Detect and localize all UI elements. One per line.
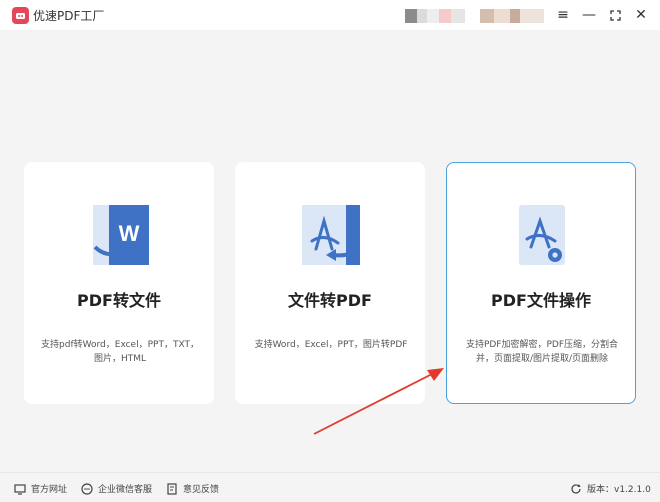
footer-feedback-link[interactable]: 意见反馈 — [166, 482, 219, 495]
footer-version[interactable]: 版本：v1.2.1.0 — [570, 482, 651, 495]
card-description: 支持Word，Excel，PPT，图片转PDF — [254, 340, 408, 350]
footer-feedback-label: 意见反馈 — [183, 485, 220, 495]
minimize-icon[interactable]: — — [580, 6, 598, 24]
maximize-icon[interactable] — [606, 6, 624, 24]
account-info-blurred[interactable] — [405, 9, 465, 23]
pdf-operations-icon — [509, 203, 575, 269]
footer-support-link[interactable]: 企业微信客服 — [81, 482, 152, 495]
version-label: 版本：v1.2.1.0 — [587, 485, 651, 495]
file-to-pdf-icon — [298, 203, 364, 269]
app-title: 优速PDF工厂 — [33, 9, 105, 23]
app-logo-icon — [12, 7, 29, 24]
feedback-icon — [167, 482, 177, 495]
card-title: PDF转文件 — [77, 291, 161, 310]
footer-support-label: 企业微信客服 — [98, 485, 153, 495]
close-icon[interactable]: ✕ — [632, 6, 650, 24]
card-title: 文件转PDF — [288, 291, 372, 310]
monitor-icon — [14, 483, 26, 495]
svg-text:W: W — [119, 221, 140, 246]
user-info-blurred[interactable] — [480, 9, 544, 23]
card-title: PDF文件操作 — [491, 291, 591, 310]
card-pdf-operations[interactable]: PDF文件操作 支持PDF加密解密，PDF压缩，分割合并，页面提取/图片提取/页… — [446, 162, 636, 404]
chat-icon — [81, 482, 93, 495]
card-file-to-pdf[interactable]: 文件转PDF 支持Word，Excel，PPT，图片转PDF — [235, 162, 425, 404]
footer-website-link[interactable]: 官方网址 — [14, 482, 67, 495]
menu-icon[interactable]: ≡ — [554, 6, 572, 24]
title-bar: 优速PDF工厂 ≡ — ✕ — [0, 0, 660, 30]
pdf-to-word-icon: W — [87, 203, 153, 269]
footer-bar: 官方网址 企业微信客服 意见反馈 版本：v1.2.1.0 — [0, 472, 660, 502]
card-description: 支持PDF加密解密，PDF压缩，分割合并，页面提取/图片提取/页面删除 — [465, 340, 619, 364]
footer-website-label: 官方网址 — [31, 485, 68, 495]
card-description: 支持pdf转Word，Excel，PPT，TXT，图片，HTML — [41, 340, 199, 364]
refresh-icon — [571, 483, 581, 494]
card-pdf-to-file[interactable]: W PDF转文件 支持pdf转Word，Excel，PPT，TXT，图片，HTM… — [24, 162, 214, 404]
